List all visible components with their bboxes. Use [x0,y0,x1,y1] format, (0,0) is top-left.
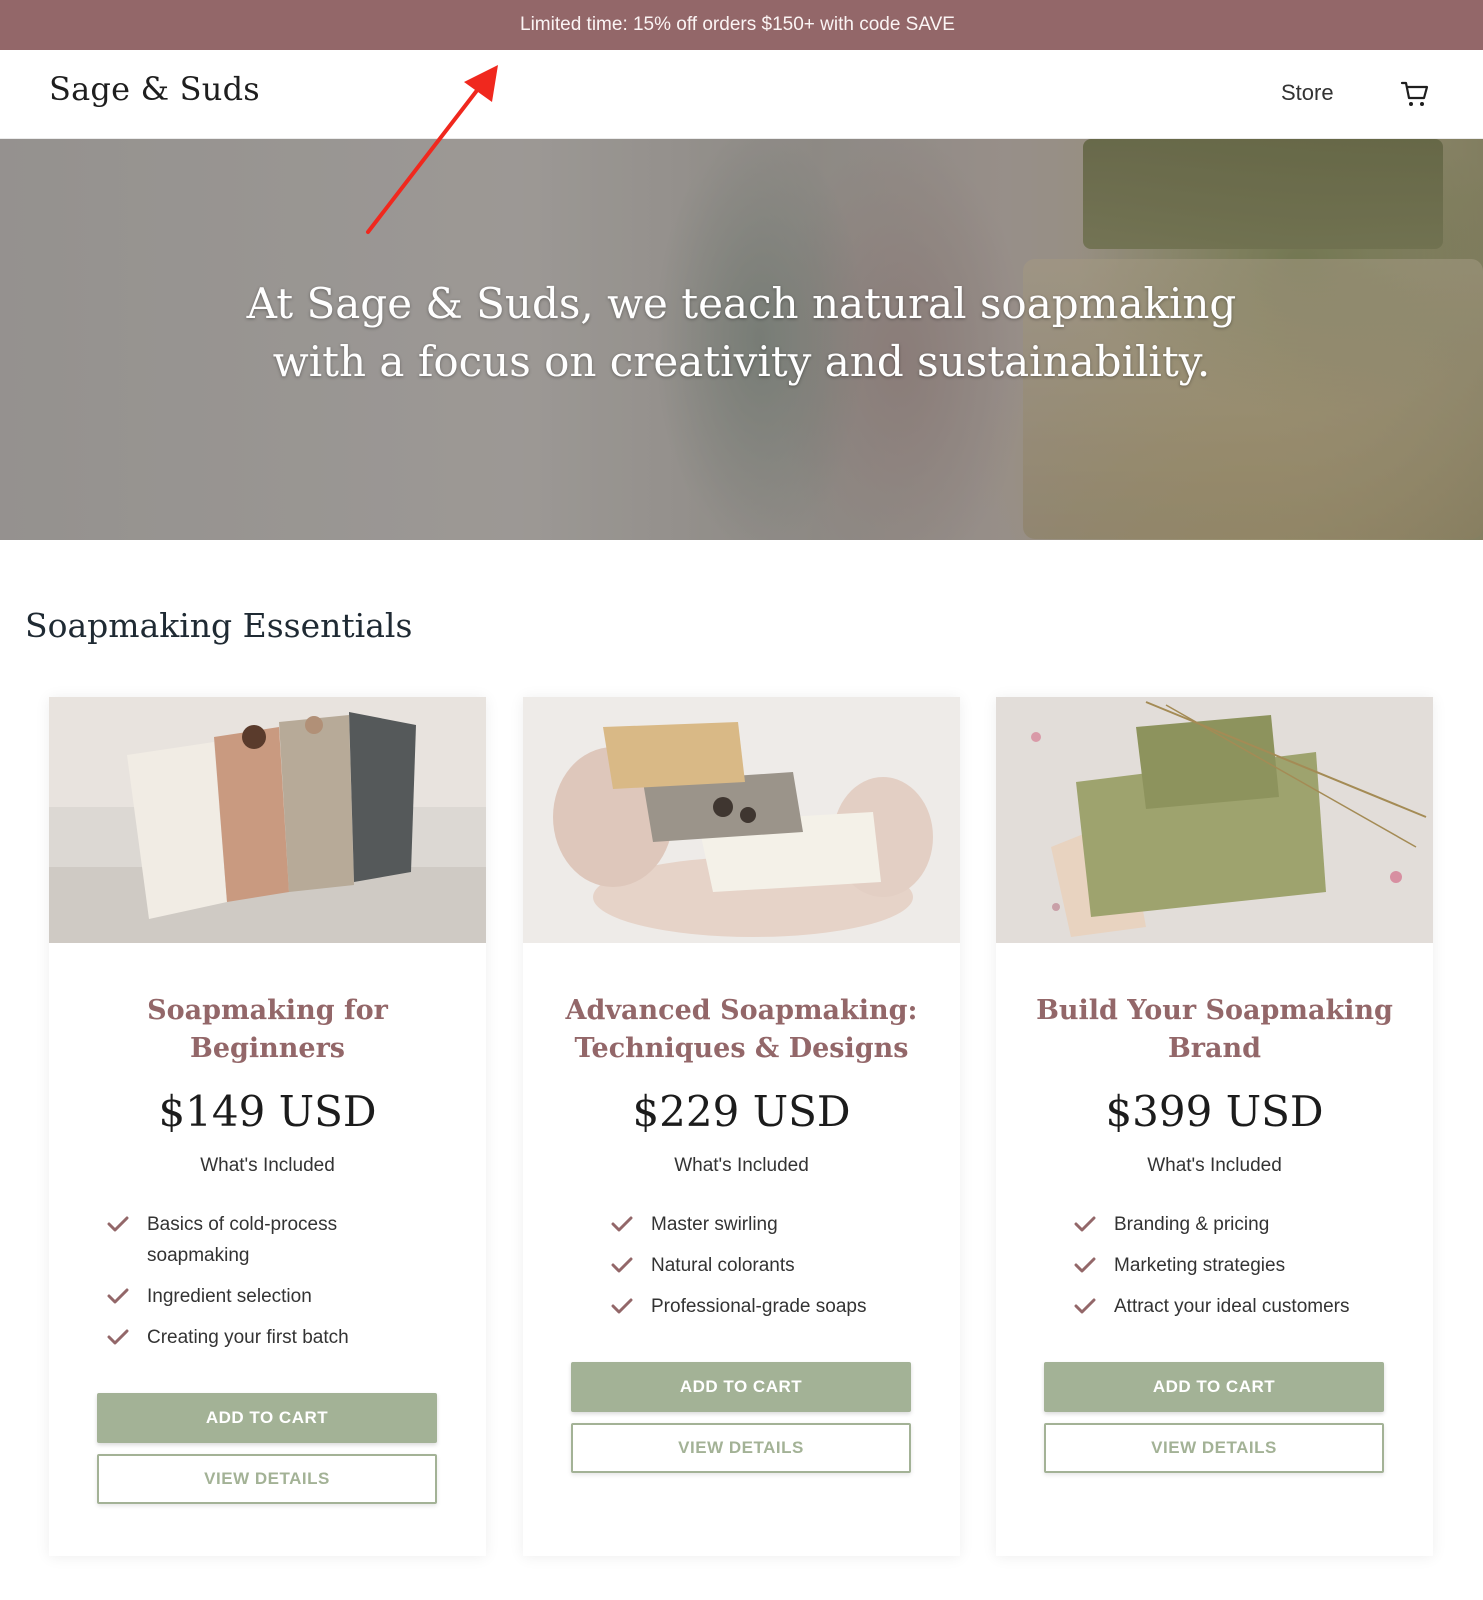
feature-item: Professional-grade soaps [611,1291,911,1322]
product-title-line: Soapmaking for [147,995,388,1026]
feature-list: Branding & pricing Marketing strategies … [1074,1209,1404,1332]
view-details-button[interactable]: VIEW DETAILS [571,1423,911,1473]
check-icon [611,1216,633,1232]
product-title-line: Brand [1167,1033,1262,1064]
nav-store-link[interactable]: Store [1281,80,1334,106]
cart-icon[interactable] [1399,78,1431,110]
check-icon [107,1329,129,1345]
feature-text: Natural colorants [651,1255,795,1276]
product-title: Advanced Soapmaking: Techniques & Design… [543,992,940,1068]
product-price: $149 USD [158,1087,377,1136]
check-icon [1074,1257,1096,1273]
feature-item: Attract your ideal customers [1074,1291,1404,1322]
feature-item: Branding & pricing [1074,1209,1404,1240]
feature-item: Marketing strategies [1074,1250,1404,1281]
view-details-button[interactable]: VIEW DETAILS [1044,1423,1384,1473]
product-price: $399 USD [1105,1087,1324,1136]
feature-text: Ingredient selection [147,1286,312,1307]
section-title: Soapmaking Essentials [25,606,413,645]
feature-item: Master swirling [611,1209,911,1240]
product-title-line: Build Your Soapmaking [1036,995,1393,1026]
feature-item: Basics of cold-process soapmaking [107,1209,407,1271]
product-image[interactable] [49,697,486,943]
add-to-cart-button[interactable]: ADD TO CART [571,1362,911,1412]
site-header: Sage & Suds Store [0,50,1483,139]
product-image[interactable] [523,697,960,943]
hero-line-1: At Sage & Suds, we teach natural soapmak… [246,279,1237,328]
feature-text: Basics of cold-process soapmaking [147,1214,338,1266]
check-icon [611,1257,633,1273]
announcement-text: Limited time: 15% off orders $150+ with … [520,14,955,35]
check-icon [1074,1298,1096,1314]
site-logo[interactable]: Sage & Suds [49,70,260,108]
check-icon [611,1298,633,1314]
product-title: Soapmaking for Beginners [69,992,466,1068]
feature-text: Master swirling [651,1214,778,1235]
product-title: Build Your Soapmaking Brand [1016,992,1413,1068]
feature-text: Creating your first batch [147,1327,349,1348]
feature-text: Branding & pricing [1114,1214,1270,1235]
product-card-beginners: Soapmaking for Beginners $149 USD What's… [49,697,486,1556]
product-card-brand: Build Your Soapmaking Brand $399 USD Wha… [996,697,1433,1556]
check-icon [107,1216,129,1232]
announcement-bar: Limited time: 15% off orders $150+ with … [0,0,1483,50]
product-image[interactable] [996,697,1433,943]
feature-list: Master swirling Natural colorants Profes… [611,1209,911,1332]
whats-included-label: What's Included [200,1155,335,1176]
annotation-arrow-icon [366,65,498,234]
whats-included-label: What's Included [674,1155,809,1176]
hero-banner: At Sage & Suds, we teach natural soapmak… [0,139,1483,540]
feature-list: Basics of cold-process soapmaking Ingred… [107,1209,407,1363]
product-title-line: Techniques & Designs [574,1033,909,1064]
product-title-line: Beginners [190,1033,345,1064]
feature-item: Ingredient selection [107,1281,407,1312]
add-to-cart-button[interactable]: ADD TO CART [97,1393,437,1443]
whats-included-label: What's Included [1147,1155,1282,1176]
feature-text: Attract your ideal customers [1114,1296,1350,1317]
check-icon [1074,1216,1096,1232]
feature-item: Natural colorants [611,1250,911,1281]
product-price: $229 USD [632,1087,851,1136]
hero-heading: At Sage & Suds, we teach natural soapmak… [0,275,1483,391]
check-icon [107,1288,129,1304]
view-details-button[interactable]: VIEW DETAILS [97,1454,437,1504]
feature-text: Marketing strategies [1114,1255,1286,1276]
feature-item: Creating your first batch [107,1322,407,1353]
feature-text: Professional-grade soaps [651,1296,867,1317]
product-title-line: Advanced Soapmaking: [565,995,918,1026]
add-to-cart-button[interactable]: ADD TO CART [1044,1362,1384,1412]
hero-line-2: with a focus on creativity and sustainab… [272,337,1211,386]
product-card-advanced: Advanced Soapmaking: Techniques & Design… [523,697,960,1556]
